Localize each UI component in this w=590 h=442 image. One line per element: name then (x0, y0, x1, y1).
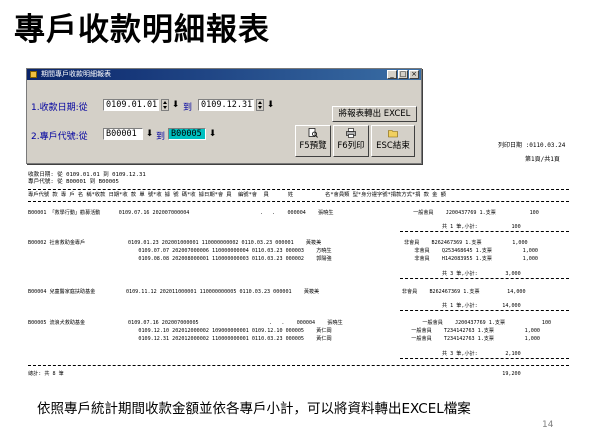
criteria-date: 收款日期: 從 0109.01.01 到 0109.12.31 (28, 172, 146, 178)
preview-button[interactable]: F5預覽 (295, 125, 331, 157)
report-line: 0109.07.07 202007000006 110000000004 011… (28, 248, 538, 254)
close-icon[interactable]: × (409, 70, 419, 79)
date-from-spinner[interactable] (161, 99, 169, 111)
folder-exit-icon (388, 130, 398, 138)
report-line: B00002 社會救助金專戶 0109.01.23 202001000001 1… (28, 240, 528, 246)
report-header-rule (28, 201, 569, 202)
preview-button-label: F5預覽 (299, 141, 327, 151)
page-info: 第1頁/共1頁 (525, 156, 560, 163)
exit-button-label: ESC結束 (376, 141, 410, 151)
date-to-spinner[interactable] (256, 99, 264, 111)
report-column-header: 專戶代號 款 專 戶 名 稱*收款 日期*收 款 單 號*收 據 號 碼*收 據… (28, 192, 446, 198)
subtotal-rule (400, 278, 569, 279)
criteria-account: 專戶代號: 從 B00001 到 B00005 (28, 179, 119, 185)
report-line: 0109.12.31 202012000002 110000000001 011… (28, 336, 540, 342)
date-from-down-arrow-icon[interactable]: ⬇ (171, 99, 180, 111)
subtotal-rule (400, 231, 569, 232)
date-to-input[interactable]: 0109.12.31 (198, 99, 254, 111)
maximize-icon[interactable]: □ (398, 70, 408, 79)
report-dialog-window: 期間專戶收款明細報表 _ □ × 1.收款日期:從 0109.01.01 ⬇ 到… (26, 68, 422, 164)
print-date: 列印日期 :0110.03.24 (498, 142, 566, 149)
slide-title: 專戶收款明細報表 (14, 12, 270, 48)
window-titlebar: 期間專戶收款明細報表 _ □ × (27, 69, 421, 80)
slide-footer-text: 依照專戶統計期間收款金額並依各專戶小計，可以將資料轉出EXCEL檔案 (37, 401, 471, 417)
report-line: 0109.08.08 202008000001 110000000003 011… (28, 256, 538, 262)
account-to-down-arrow-icon[interactable]: ⬇ (208, 128, 217, 140)
report-line: B00001 「救學行動」勸募活動 0109.07.16 20200700000… (28, 210, 539, 216)
preview-icon (308, 128, 318, 138)
report-line: 共 1 筆,小計: 100 (28, 224, 521, 230)
report-line: 共 3 筆,小計: 2,100 (28, 351, 521, 357)
report-line: 總計: 共 8 筆 19,200 (28, 371, 521, 377)
window-title: 期間專戶收款明細報表 (41, 70, 111, 78)
subtotal-rule (400, 310, 569, 311)
account-range-label: 2.專戶代號:從 (31, 132, 88, 142)
date-to-label: 到 (183, 103, 193, 113)
report-line: 共 1 筆,小計: 14,000 (28, 303, 521, 309)
date-to-down-arrow-icon[interactable]: ⬇ (266, 99, 275, 111)
report-line: B00005 流浪犬救助基金 0109.07.16 202007000005 .… (28, 320, 552, 326)
date-from-input[interactable]: 0109.01.01 (103, 99, 159, 111)
printer-icon (346, 128, 356, 138)
report-line: 共 3 筆,小計: 3,000 (28, 271, 521, 277)
page-number: 14 (542, 420, 554, 430)
account-to-label: 到 (156, 132, 166, 142)
account-from-input[interactable]: B00001 (103, 128, 143, 140)
report-line: B00004 兒童醫家庭扶助基金 0109.11.12 202011000001… (28, 289, 526, 295)
report-bottom-rule (28, 365, 569, 366)
print-button[interactable]: F6列印 (333, 125, 369, 157)
report-top-rule (28, 189, 569, 190)
print-button-label: F6列印 (337, 141, 365, 151)
minimize-icon[interactable]: _ (387, 70, 397, 79)
exit-button[interactable]: ESC結束 (371, 125, 415, 157)
app-icon (30, 71, 37, 78)
export-excel-button[interactable]: 將報表轉出 EXCEL (332, 106, 417, 122)
account-from-down-arrow-icon[interactable]: ⬇ (145, 128, 154, 140)
date-range-label: 1.收款日期:從 (31, 103, 88, 113)
report-line: 0109.12.10 202012000002 109000000001 010… (28, 328, 540, 334)
account-to-input[interactable]: B00005 (168, 128, 206, 140)
subtotal-rule (400, 358, 569, 359)
